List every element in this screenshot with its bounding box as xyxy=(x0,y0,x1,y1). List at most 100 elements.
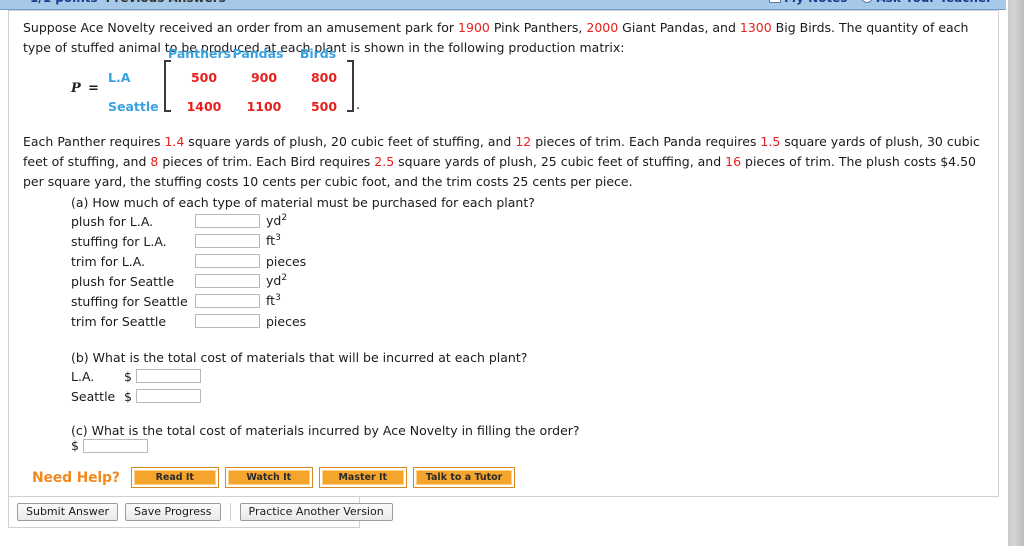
intro-value: 1300 xyxy=(739,20,772,35)
part-b-answer-rows: L.A. $ Seattle $ xyxy=(71,366,201,406)
requirement-value: 16 xyxy=(725,154,742,169)
matrix-row: 1400 1100 500 xyxy=(174,92,354,121)
requirement-text: pieces of trim. Each Panda requires xyxy=(531,134,761,149)
part-a-row: plush for L.A. yd2 xyxy=(71,211,306,231)
matrix-trailing-period: . xyxy=(356,98,361,113)
part-a-row: trim for L.A. pieces xyxy=(71,251,306,271)
part-a-row: trim for Seattle pieces xyxy=(71,311,306,331)
requirement-value: 2.5 xyxy=(374,154,395,169)
part-a-unit: yd2 xyxy=(266,213,288,229)
part-b-row: Seattle $ xyxy=(71,386,201,406)
master-it-button[interactable]: Master It xyxy=(318,467,407,488)
intro-text: Giant Pandas, and xyxy=(618,20,740,35)
watch-it-button[interactable]: Watch It xyxy=(224,467,313,488)
footer-divider xyxy=(229,503,231,521)
requirement-value: 1.4 xyxy=(164,134,185,149)
previous-answers-label: Previous Answers xyxy=(106,0,226,5)
intro-value: 2000 xyxy=(586,20,619,35)
part-c-answer-row: $ xyxy=(71,438,148,453)
ask-your-teacher-label[interactable]: Ask Your Teacher xyxy=(876,0,992,5)
part-c-total-input[interactable] xyxy=(83,438,148,453)
requirement-text: pieces of trim. Each Bird requires xyxy=(158,154,375,169)
part-a-row: plush for Seattle yd2 xyxy=(71,271,306,291)
part-a-row-label: stuffing for L.A. xyxy=(71,233,167,249)
matrix-row: 500 900 800 xyxy=(174,63,354,92)
part-a-row-label: plush for Seattle xyxy=(71,273,175,289)
part-a-input-4[interactable] xyxy=(195,274,260,288)
part-a-unit: pieces xyxy=(266,313,307,329)
currency-symbol: $ xyxy=(124,368,132,384)
points-label: 1/1 points xyxy=(30,0,98,5)
matrix-cell: 1400 xyxy=(186,99,222,114)
matrix-values-grid: 500 900 800 1400 1100 500 xyxy=(174,63,354,121)
part-a-row: stuffing for L.A. ft3 xyxy=(71,231,306,251)
part-c-question: (c) What is the total cost of materials … xyxy=(71,423,580,438)
part-a-row-label: stuffing for Seattle xyxy=(71,293,188,309)
header-left-group: 1/1 points Previous Answers xyxy=(30,0,226,5)
save-progress-button[interactable]: Save Progress xyxy=(125,503,221,521)
part-a-input-5[interactable] xyxy=(195,294,260,308)
matrix-cell: 1100 xyxy=(246,99,282,114)
matrix-col-header: Pandas xyxy=(232,46,284,61)
part-a-answer-rows: plush for L.A. yd2 stuffing for L.A. ft3 tri… xyxy=(71,211,306,331)
part-a-unit: ft3 xyxy=(266,233,281,249)
matrix-cell: 800 xyxy=(310,70,338,85)
my-notes-checkbox[interactable] xyxy=(769,0,782,3)
part-a-row-label: trim for Seattle xyxy=(71,313,167,329)
intro-value: 1900 xyxy=(458,20,490,35)
part-a-row: stuffing for Seattle ft3 xyxy=(71,291,306,311)
currency-symbol: $ xyxy=(124,388,132,404)
intro-paragraph: Suppose Ace Novelty received an order fr… xyxy=(23,18,981,58)
part-a-input-6[interactable] xyxy=(195,314,260,328)
part-b-row-label: Seattle xyxy=(71,388,116,404)
requirement-text: Each Panther requires xyxy=(23,134,165,149)
part-a-unit: ft3 xyxy=(266,293,281,309)
part-b-row-label: L.A. xyxy=(71,368,95,384)
part-a-input-1[interactable] xyxy=(195,214,260,228)
talk-to-a-tutor-button[interactable]: Talk to a Tutor xyxy=(412,467,516,488)
my-notes-label[interactable]: My Notes xyxy=(784,0,847,5)
matrix-equals-sign: = xyxy=(88,81,99,96)
question-panel: Suppose Ace Novelty received an order fr… xyxy=(8,10,999,497)
intro-text: Pink Panthers, xyxy=(489,20,587,35)
part-a-row-label: trim for L.A. xyxy=(71,253,146,269)
part-a-row-label: plush for L.A. xyxy=(71,213,154,229)
matrix-row-label: L.A xyxy=(108,70,131,85)
matrix-row-labels: L.A Seattle xyxy=(108,63,168,121)
intro-text: Suppose Ace Novelty received an order fr… xyxy=(23,20,459,35)
matrix-cell: 900 xyxy=(250,70,278,85)
part-a-unit: yd2 xyxy=(266,273,288,289)
part-b-input-1[interactable] xyxy=(136,369,201,383)
part-b-question: (b) What is the total cost of materials … xyxy=(71,350,528,365)
need-help-section: Need Help? Read It Watch It Master It Ta… xyxy=(32,467,522,488)
matrix-column-headers: Panthers Pandas Birds xyxy=(168,46,348,61)
ask-your-teacher-radio[interactable] xyxy=(861,0,874,3)
part-b-row: L.A. $ xyxy=(71,366,201,386)
matrix-cell: 500 xyxy=(190,70,218,85)
part-a-question: (a) How much of each type of material mu… xyxy=(71,195,535,210)
matrix-col-header: Panthers xyxy=(168,46,232,61)
part-a-input-2[interactable] xyxy=(195,234,260,248)
currency-symbol: $ xyxy=(71,438,79,453)
matrix-row-label: Seattle xyxy=(108,99,159,114)
requirement-text: square yards of plush, 25 cubic feet of … xyxy=(394,154,726,169)
read-it-button[interactable]: Read It xyxy=(130,467,219,488)
part-b-input-2[interactable] xyxy=(136,389,201,403)
practice-another-version-button[interactable]: Practice Another Version xyxy=(239,503,393,521)
requirement-value: 1.5 xyxy=(760,134,781,149)
question-header-bar: 1/1 points Previous Answers My Notes Ask Y… xyxy=(0,0,1006,10)
part-a-input-3[interactable] xyxy=(195,254,260,268)
matrix-col-header: Birds xyxy=(299,46,337,61)
part-a-unit: pieces xyxy=(266,253,307,269)
need-help-label: Need Help? xyxy=(32,469,120,486)
matrix-left-bracket xyxy=(164,60,171,112)
requirements-paragraph: Each Panther requires 1.4 square yards o… xyxy=(23,132,981,192)
footer-panel: Submit Answer Save Progress Practice Ano… xyxy=(8,497,393,528)
page-scrollbar[interactable] xyxy=(1008,0,1024,546)
matrix-name: P xyxy=(71,81,81,96)
requirement-value: 12 xyxy=(515,134,532,149)
requirement-text: square yards of plush, 20 cubic feet of … xyxy=(184,134,516,149)
submit-answer-button[interactable]: Submit Answer xyxy=(17,503,119,521)
matrix-cell: 500 xyxy=(310,99,338,114)
footer-button-group: Submit Answer Save Progress Practice Ano… xyxy=(17,503,400,521)
